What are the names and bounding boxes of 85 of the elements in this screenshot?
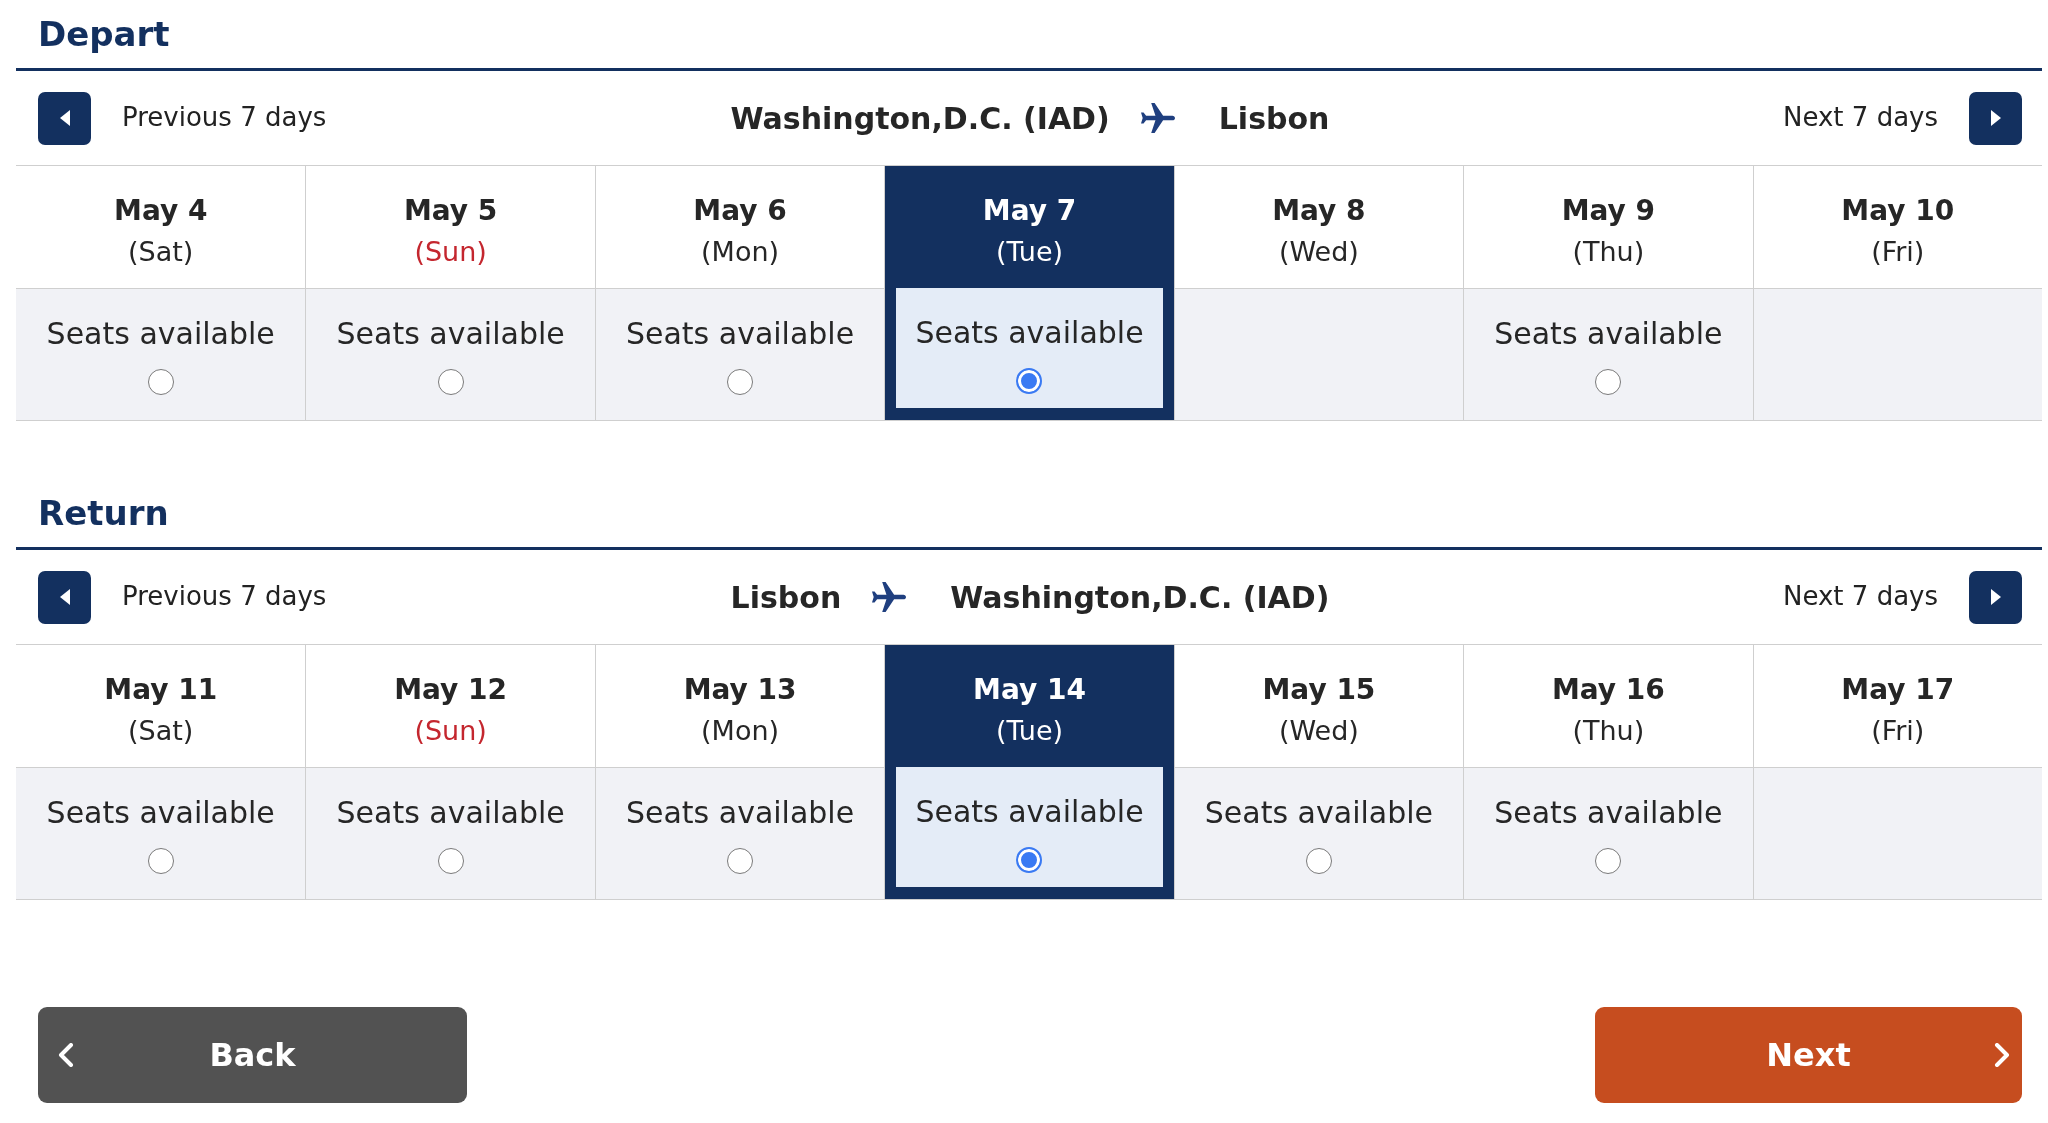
weekday-label: (Tue) [995,235,1064,269]
seats-label: Seats available [46,315,275,353]
date-label: May 12 [394,672,508,708]
section-heading: Return [38,492,169,534]
airplane-icon [872,582,907,612]
chevron-right-icon [1994,1043,2010,1067]
back-button[interactable]: Back [38,1007,467,1103]
weekday-label: (Wed) [1278,235,1359,269]
seat-option-cell[interactable]: Seats available [306,767,595,899]
next-step-button[interactable]: Next [1595,1007,2022,1103]
seat-option-cell[interactable]: Seats available [595,288,885,420]
seats-label: Seats available [625,794,855,832]
date-label: May 15 [1262,672,1376,708]
seat-option-cell[interactable]: Seats available [595,767,885,899]
date-label: May 7 [982,193,1077,229]
date-label: May 11 [104,672,218,708]
radio-button[interactable] [1595,369,1622,395]
destination-city: Lisbon [1218,99,1330,138]
chevron-left-icon [58,1043,74,1067]
previous-button[interactable] [38,91,91,145]
weekday-label: (Sun) [414,235,487,269]
destination-city: Washington,D.C. (IAD) [950,578,1330,617]
previous-days-link[interactable]: Previous 7 days [122,580,327,614]
next-days-link[interactable]: Next 7 days [1783,101,1938,135]
seats-label: Seats available [46,794,275,832]
seats-label: Seats available [915,793,1144,831]
radio-button[interactable] [1595,848,1622,874]
seats-label: Seats available [1204,794,1434,832]
weekday-label: (Fri) [1871,714,1925,748]
seats-label: Seats available [336,794,565,832]
seat-option-cell[interactable]: Seats available [16,288,306,420]
seat-option-cell[interactable]: Seats available [1464,288,1753,420]
weekday-label: (Fri) [1871,235,1925,269]
seats-label: Seats available [625,315,855,353]
origin-city: Washington,D.C. (IAD) [730,99,1110,138]
triangle-left-icon [59,589,70,605]
radio-button[interactable] [727,848,754,874]
weekday-label: (Thu) [1572,235,1645,269]
triangle-right-icon [1990,110,2001,126]
date-label: May 5 [403,193,498,229]
date-label: May 4 [114,193,208,229]
date-label: May 14 [973,672,1086,708]
date-label: May 10 [1841,193,1955,229]
seat-option-cell[interactable]: Seats available [306,288,595,420]
radio-button[interactable] [147,848,174,874]
date-label: May 13 [683,672,797,708]
weekday-label: (Wed) [1278,714,1359,748]
date-label: May 9 [1561,193,1656,229]
radio-button[interactable] [1016,368,1043,394]
seats-label: Seats available [1494,794,1723,832]
weekday-label: (Thu) [1572,714,1645,748]
radio-button[interactable] [147,369,174,395]
seat-option-cell[interactable]: Seats available [1174,767,1464,899]
origin-city: Lisbon [730,578,842,617]
radio-button[interactable] [727,369,754,395]
previous-button[interactable] [38,570,91,624]
weekday-label: (Sat) [128,235,194,269]
triangle-right-icon [1990,589,2001,605]
next-button[interactable] [1969,91,2022,145]
next-days-link[interactable]: Next 7 days [1783,580,1938,614]
radio-button[interactable] [437,848,464,874]
weekday-label: (Tue) [995,714,1064,748]
weekday-label: (Sat) [128,714,194,748]
weekday-label: (Mon) [701,714,780,748]
date-label: May 17 [1841,672,1955,708]
seats-label: Seats available [336,315,565,353]
weekday-label: (Sun) [414,714,487,748]
date-label: May 8 [1272,193,1366,229]
previous-days-link[interactable]: Previous 7 days [122,101,327,135]
section-heading: Depart [38,13,170,55]
seat-option-cell[interactable]: Seats available [1464,767,1753,899]
next-button[interactable] [1969,570,2022,624]
weekday-label: (Mon) [701,235,780,269]
seat-option-cell[interactable]: Seats available [896,288,1163,408]
date-label: May 6 [693,193,787,229]
radio-button[interactable] [437,369,464,395]
radio-button[interactable] [1016,847,1043,873]
seat-option-cell[interactable]: Seats available [896,767,1163,887]
triangle-left-icon [59,110,70,126]
seat-option-cell[interactable]: Seats available [16,767,306,899]
seats-label: Seats available [915,314,1144,352]
airplane-icon [1140,103,1175,133]
seats-label: Seats available [1494,315,1723,353]
radio-button[interactable] [1305,848,1332,874]
date-label: May 16 [1551,672,1665,708]
